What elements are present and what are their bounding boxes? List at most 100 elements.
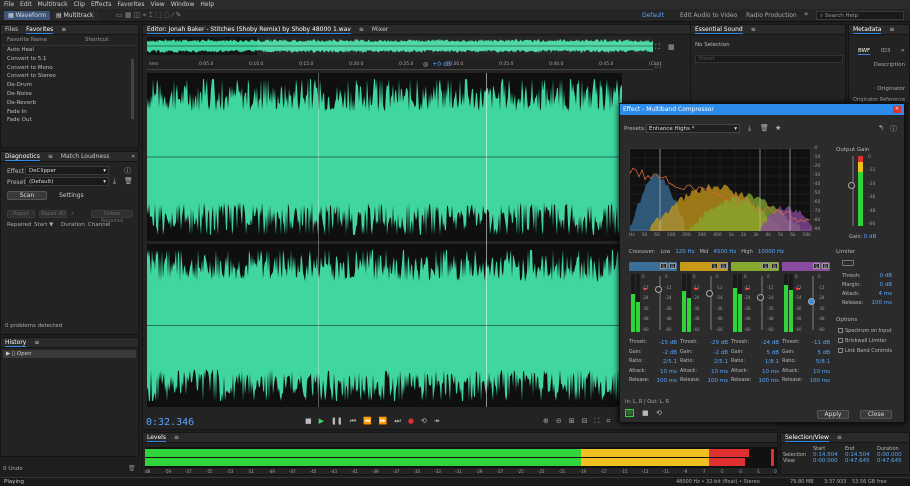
tab-mixer[interactable]: Mixer bbox=[372, 26, 388, 33]
diagnostics-col[interactable]: Repaired bbox=[7, 222, 34, 228]
band-gain-value[interactable]: -2 dB bbox=[714, 350, 729, 356]
tab-diagnostics[interactable]: Diagnostics bbox=[5, 153, 40, 161]
menu-view[interactable]: View bbox=[150, 0, 164, 9]
panel-menu-icon[interactable]: ≡ bbox=[751, 26, 756, 33]
cursor-line[interactable] bbox=[486, 73, 487, 407]
band-gain-value[interactable]: 5 dB bbox=[817, 350, 830, 356]
waveform-mode-button[interactable]: ▦ Waveform bbox=[4, 11, 51, 20]
band-attack-value[interactable]: 10 ms bbox=[813, 369, 830, 375]
view-end[interactable]: 0:47.645 bbox=[845, 458, 877, 464]
delete-preset-icon[interactable]: 🗑 bbox=[124, 177, 133, 185]
trash-icon[interactable]: 🗑 bbox=[128, 465, 136, 472]
favorite-item[interactable]: De-Reverb bbox=[1, 99, 138, 108]
close-icon[interactable]: ✕ bbox=[893, 106, 901, 113]
menu-window[interactable]: Window bbox=[171, 0, 195, 9]
magnify-icon[interactable]: ⌕ bbox=[71, 210, 74, 218]
tab-levels[interactable]: Levels bbox=[147, 434, 166, 442]
band-attack-value[interactable]: 10 ms bbox=[711, 369, 728, 375]
panel-menu-icon[interactable]: ≡ bbox=[61, 26, 66, 33]
band-ratio-value[interactable]: 1/8.1 bbox=[765, 359, 779, 365]
loop-preview-icon[interactable]: ⟲ bbox=[656, 409, 662, 417]
favorite-item[interactable]: Fade In bbox=[1, 108, 138, 117]
band-ratio-value[interactable]: 2/5.1 bbox=[714, 359, 728, 365]
go-to-start-icon[interactable]: ⏮ bbox=[350, 417, 356, 426]
spectrum-graph[interactable] bbox=[629, 148, 812, 231]
presets-select[interactable]: Enhance Highs * ▾ bbox=[646, 124, 740, 133]
repair-all-button[interactable]: Repair All bbox=[39, 210, 67, 218]
more-tabs-icon[interactable]: » bbox=[131, 153, 135, 160]
preset-select[interactable]: Preset bbox=[695, 55, 843, 63]
band-gain-value[interactable]: -2 dB bbox=[663, 350, 678, 356]
workspace-default[interactable]: Default bbox=[642, 11, 664, 20]
power-toggle-icon[interactable]: ⏻ bbox=[625, 409, 634, 417]
bypass-icon[interactable]: B bbox=[771, 263, 778, 269]
tab-history[interactable]: History bbox=[5, 339, 27, 347]
menu-edit[interactable]: Edit bbox=[20, 0, 32, 9]
band-release-value[interactable]: 100 ms bbox=[759, 378, 779, 384]
band-threshold-slider[interactable] bbox=[659, 276, 661, 330]
tab-metadata[interactable]: Metadata bbox=[853, 26, 882, 34]
favorite-item[interactable]: Auto Heal bbox=[1, 46, 138, 55]
overview-view-range[interactable] bbox=[257, 37, 653, 55]
band-threshold-handle[interactable] bbox=[808, 298, 815, 305]
bypass-icon[interactable]: B bbox=[822, 263, 829, 269]
solo-icon[interactable]: S bbox=[660, 263, 667, 269]
zoom-selection-icon[interactable]: ⌗ bbox=[606, 417, 610, 426]
menu-file[interactable]: File bbox=[4, 0, 14, 9]
panel-menu-icon[interactable]: ≡ bbox=[889, 26, 894, 33]
save-preset-icon[interactable]: ⤓ bbox=[748, 124, 751, 133]
crossover-high-value[interactable]: 10000 Hz bbox=[758, 249, 784, 255]
crossover-mid-value[interactable]: 4500 Hz bbox=[713, 249, 736, 255]
band-thresh-value[interactable]: -24 dB bbox=[761, 340, 779, 346]
band-gain-value[interactable]: 5 dB bbox=[766, 350, 779, 356]
menu-multitrack[interactable]: Multitrack bbox=[38, 0, 68, 9]
band-attack-value[interactable]: 10 ms bbox=[660, 369, 677, 375]
solo-icon[interactable]: S bbox=[762, 263, 769, 269]
apply-button[interactable]: Apply bbox=[817, 410, 849, 419]
tab-files[interactable]: Files bbox=[5, 26, 18, 33]
tab-favorites[interactable]: Favorites bbox=[26, 26, 54, 34]
favorite-star-icon[interactable]: ★ bbox=[775, 124, 781, 132]
panel-menu-icon[interactable]: ≡ bbox=[837, 434, 842, 441]
menu-help[interactable]: Help bbox=[200, 0, 214, 9]
tab-bwf[interactable]: BWF bbox=[858, 48, 871, 55]
bypass-icon[interactable]: B bbox=[720, 263, 727, 269]
bypass-icon[interactable]: B bbox=[669, 263, 676, 269]
stop-icon[interactable]: ■ bbox=[305, 417, 312, 426]
info-icon[interactable]: ⓘ bbox=[124, 166, 131, 176]
zoom-out-time-icon[interactable]: ⊟ bbox=[582, 417, 588, 426]
skip-icon[interactable]: ↠ bbox=[434, 417, 440, 426]
brickwall-limiter-checkbox[interactable]: Brickwall Limiter bbox=[838, 336, 892, 346]
favorite-item[interactable]: Convert to 5.1 bbox=[1, 55, 138, 64]
playhead[interactable] bbox=[318, 73, 319, 407]
more-workspaces-icon[interactable]: » bbox=[804, 10, 808, 18]
view-duration[interactable]: 0:47.645 bbox=[877, 458, 909, 464]
workspace-edit-audio-to-video[interactable]: Edit Audio to Video bbox=[680, 11, 737, 20]
tab-essential-sound[interactable]: Essential Sound bbox=[695, 26, 743, 34]
diagnostics-col[interactable]: Duration bbox=[61, 222, 88, 228]
history-item[interactable]: ▶ ▯ Open bbox=[3, 350, 136, 358]
spectral-toggle-icon[interactable]: ▦ bbox=[668, 43, 675, 51]
zoom-out-amplitude-icon[interactable]: ⊖ bbox=[556, 417, 562, 426]
band-thresh-value[interactable]: -15 dB bbox=[659, 340, 677, 346]
lock-icon[interactable]: ⬚ bbox=[655, 61, 662, 69]
close-button[interactable]: Close bbox=[860, 410, 892, 419]
band-release-value[interactable]: 100 ms bbox=[657, 378, 677, 384]
delete-repaired-button[interactable]: Delete Repaired bbox=[91, 210, 133, 224]
panel-menu-icon[interactable]: ≡ bbox=[34, 339, 39, 346]
band-threshold-handle[interactable] bbox=[706, 290, 713, 297]
effect-select[interactable]: DeClipper ▾ bbox=[25, 166, 109, 175]
favorite-item[interactable]: Fade Out bbox=[1, 116, 138, 125]
multitrack-mode-button[interactable]: ▤ Multitrack bbox=[52, 11, 98, 20]
band-ratio-value[interactable]: 2/5.1 bbox=[663, 359, 677, 365]
menu-effects[interactable]: Effects bbox=[91, 0, 111, 9]
time-ruler[interactable]: hms 0:05.0 0:10.0 0:15.0 0:20.0 0:25.0 0:30.0 0… bbox=[147, 60, 661, 70]
dialog-titlebar[interactable]: Effect - Multiband Compressor bbox=[620, 104, 904, 115]
delete-preset-icon[interactable]: 🗑 bbox=[760, 124, 769, 132]
tab-id3[interactable]: ID3 bbox=[881, 48, 890, 54]
favorites-scrollbar[interactable] bbox=[131, 59, 134, 119]
solo-icon[interactable]: S bbox=[711, 263, 718, 269]
waveform-channel-left[interactable] bbox=[147, 73, 622, 241]
menu-clip[interactable]: Clip bbox=[74, 0, 85, 9]
band-threshold-slider[interactable] bbox=[710, 276, 712, 330]
